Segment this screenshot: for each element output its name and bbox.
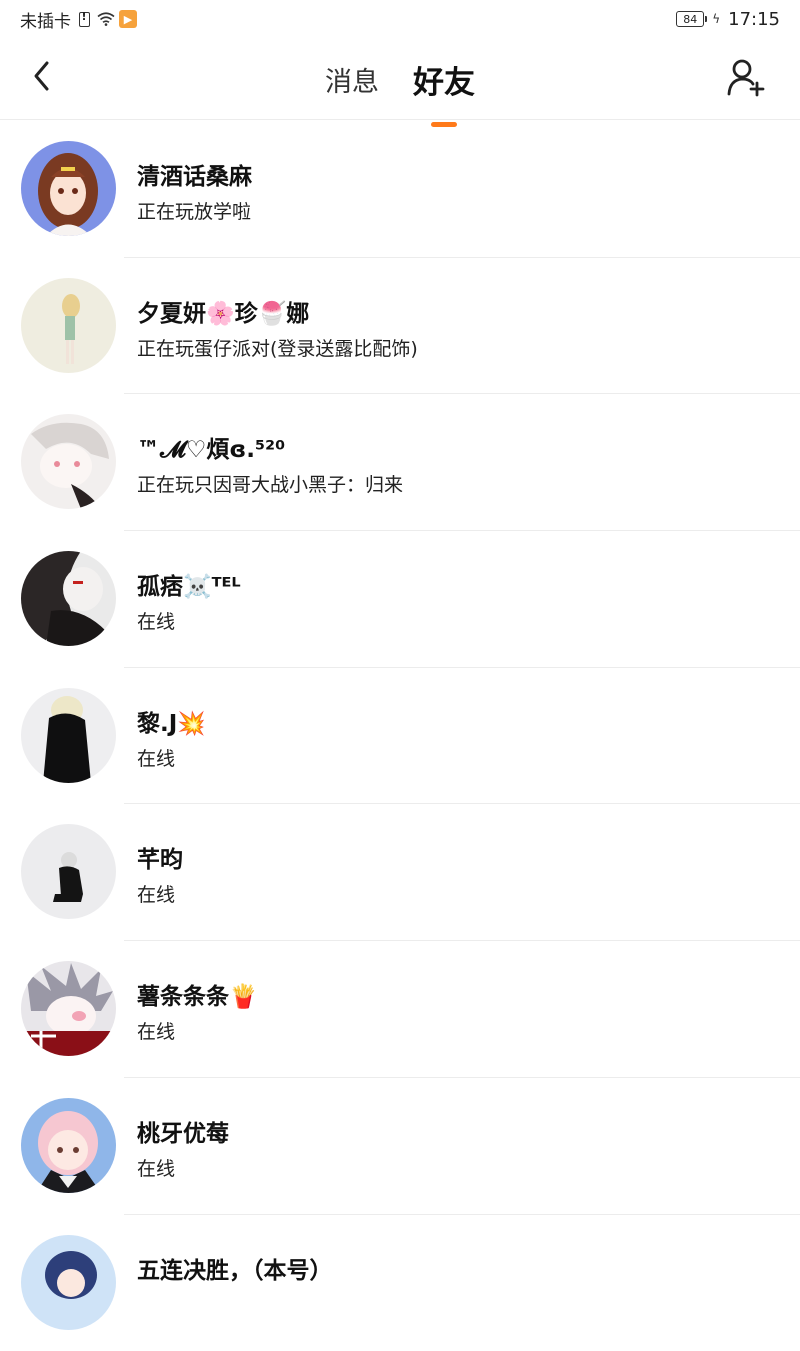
header: 消息 好友 bbox=[0, 38, 800, 120]
avatar[interactable] bbox=[21, 688, 116, 783]
status-bar-right: 84 ϟ 17:15 bbox=[676, 9, 780, 30]
tab-friends[interactable]: 好友 bbox=[411, 57, 477, 102]
friend-list-item[interactable]: 芊昀 在线 bbox=[0, 804, 800, 941]
friend-name: 芊昀 bbox=[137, 840, 183, 874]
carrier-label: 未插卡 bbox=[20, 7, 71, 32]
friend-list-item[interactable]: 孤痞☠️ᵀᴱᴸ 在线 bbox=[0, 531, 800, 668]
avatar[interactable] bbox=[21, 141, 116, 236]
friend-name: 薯条条条🍟 bbox=[137, 977, 258, 1011]
avatar[interactable] bbox=[21, 414, 116, 509]
charging-icon: ϟ bbox=[712, 12, 720, 26]
friend-status: 正在玩蛋仔派对(登录送露比配饰) bbox=[137, 334, 418, 361]
friend-name: ™𝓜♡煩ɞ.⁵²⁰ bbox=[137, 430, 285, 464]
avatar[interactable] bbox=[21, 824, 116, 919]
clock: 17:15 bbox=[728, 9, 780, 30]
friend-list-item[interactable]: ™𝓜♡煩ɞ.⁵²⁰ 正在玩只因哥大战小黑子：归来 bbox=[0, 394, 800, 531]
friend-name: 五连决胜，（本号） bbox=[137, 1251, 333, 1285]
tab-messages[interactable]: 消息 bbox=[323, 60, 381, 99]
app-notification-icon: ▶ bbox=[119, 10, 137, 28]
friend-status: 正在玩只因哥大战小黑子：归来 bbox=[137, 470, 403, 497]
friend-list-item[interactable]: 清酒话桑麻 正在玩放学啦 bbox=[0, 121, 800, 258]
friend-name: 夕夏妍🌸珍🍧娜 bbox=[137, 294, 309, 328]
friend-name: 黎.J💥 bbox=[137, 704, 206, 738]
avatar[interactable] bbox=[21, 961, 116, 1056]
tab-friends-label: 好友 bbox=[413, 65, 475, 101]
friend-name: 孤痞☠️ᵀᴱᴸ bbox=[137, 567, 241, 601]
avatar[interactable] bbox=[21, 278, 116, 373]
friend-list-item[interactable]: 夕夏妍🌸珍🍧娜 正在玩蛋仔派对(登录送露比配饰) bbox=[0, 258, 800, 395]
add-user-icon bbox=[726, 58, 766, 98]
avatar[interactable] bbox=[21, 1098, 116, 1193]
friend-list-item[interactable]: 黎.J💥 在线 bbox=[0, 668, 800, 805]
status-bar-left: 未插卡 ▶ bbox=[20, 7, 137, 32]
status-bar: 未插卡 ▶ 84 ϟ 17:15 bbox=[0, 0, 800, 38]
friend-status: 在线 bbox=[137, 1154, 175, 1181]
friend-status: 在线 bbox=[137, 607, 175, 634]
friend-status: 在线 bbox=[137, 744, 175, 771]
battery-icon: 84 bbox=[676, 11, 704, 27]
friend-list-item[interactable]: 五连决胜，（本号） bbox=[0, 1215, 800, 1351]
avatar[interactable] bbox=[21, 1235, 116, 1330]
friend-name: 桃牙优莓 bbox=[137, 1114, 229, 1148]
friend-name: 清酒话桑麻 bbox=[137, 157, 252, 191]
friend-list: 清酒话桑麻 正在玩放学啦 夕夏妍🌸珍🍧娜 正在玩蛋仔派对(登录送露比配饰) bbox=[0, 121, 800, 1351]
sim-icon bbox=[75, 10, 93, 28]
friend-status: 在线 bbox=[137, 1017, 175, 1044]
tab-messages-label: 消息 bbox=[325, 67, 379, 98]
avatar[interactable] bbox=[21, 551, 116, 646]
friend-status: 正在玩放学啦 bbox=[137, 197, 251, 224]
friend-list-item[interactable]: 桃牙优莓 在线 bbox=[0, 1078, 800, 1215]
add-friend-button[interactable] bbox=[724, 56, 768, 100]
tab-bar: 消息 好友 bbox=[0, 38, 800, 120]
wifi-icon bbox=[97, 10, 115, 28]
friend-status: 在线 bbox=[137, 880, 175, 907]
friend-list-item[interactable]: 薯条条条🍟 在线 bbox=[0, 941, 800, 1078]
